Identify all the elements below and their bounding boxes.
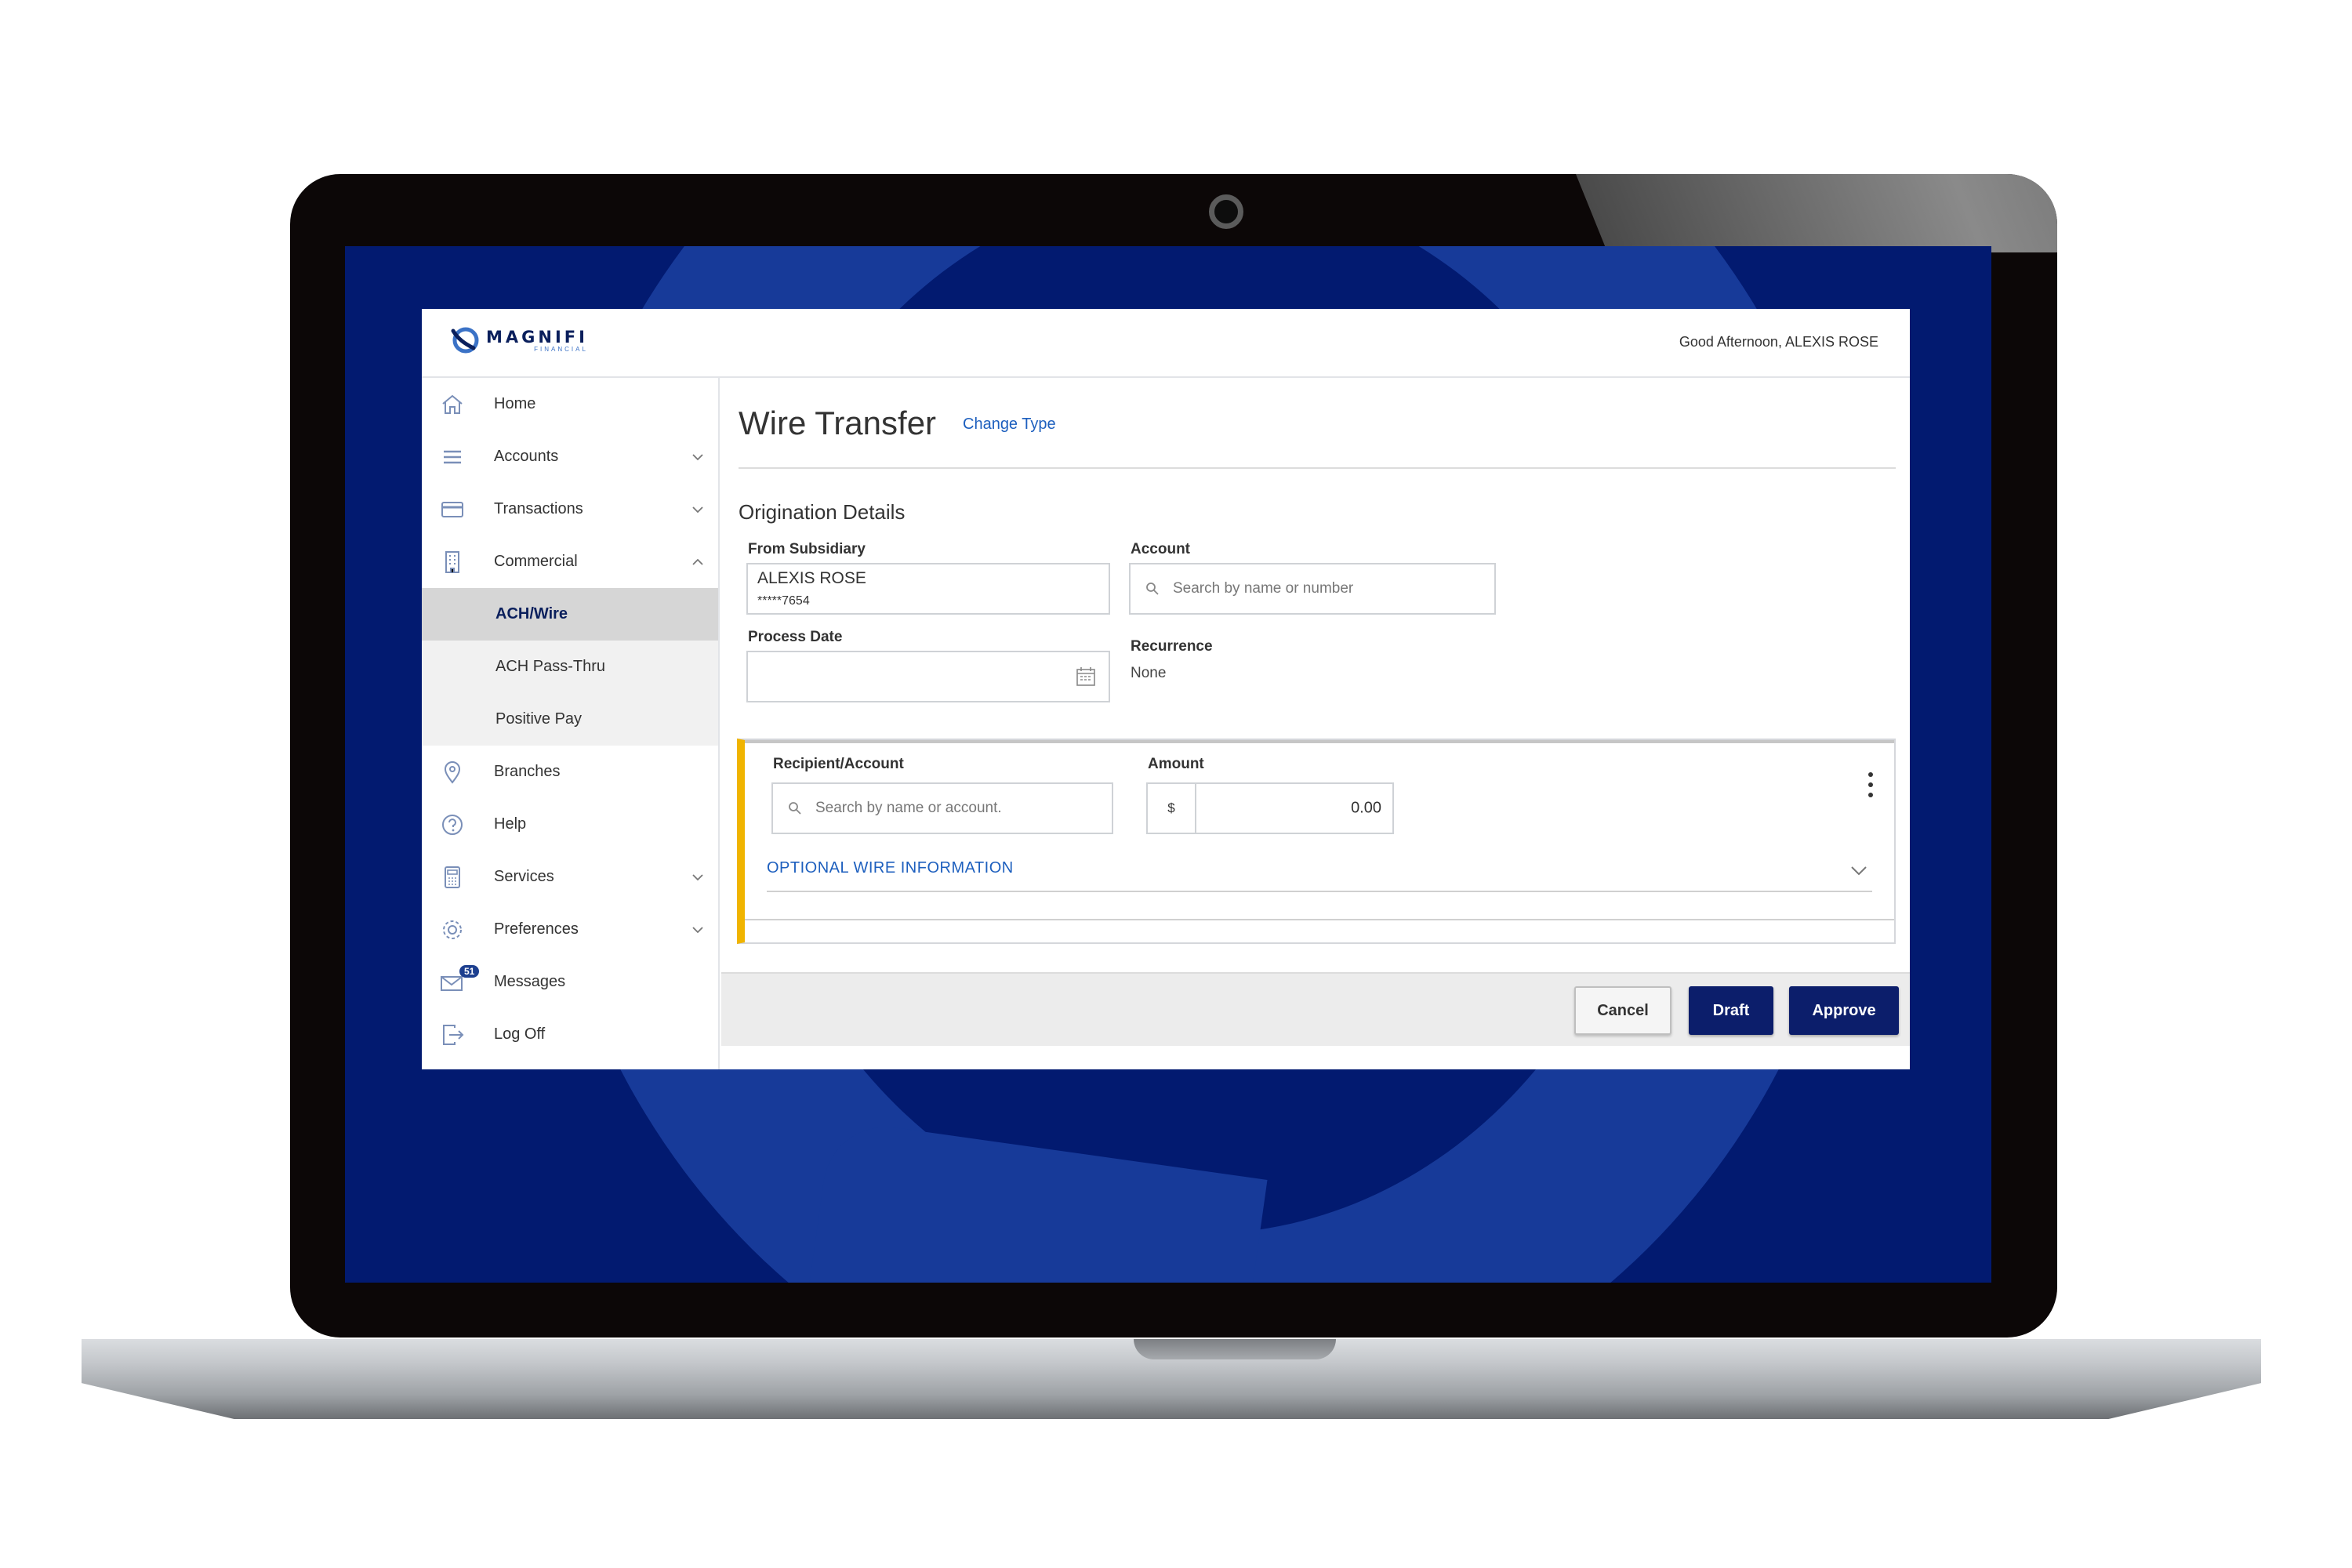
chevron-down-icon (692, 453, 703, 460)
gear-icon (443, 920, 462, 939)
brand-logo[interactable]: MAGNIFI FINANCIAL (447, 323, 588, 358)
sidebar-item-label: Messages (494, 973, 566, 990)
building-icon (445, 550, 459, 573)
change-type-link[interactable]: Change Type (963, 416, 1056, 434)
process-date-label: Process Date (748, 629, 843, 645)
amount-value: 0.00 (1351, 799, 1381, 817)
approve-button[interactable]: Approve (1789, 986, 1899, 1035)
account-search-placeholder: Search by name or number (1173, 580, 1354, 597)
magnifi-logo-icon (451, 327, 479, 354)
calculator-icon (445, 866, 460, 888)
sidebar-item-help[interactable]: Help (422, 798, 718, 851)
more-options-icon[interactable] (1867, 771, 1874, 798)
banking-app-window: MAGNIFI FINANCIAL Good Afternoon, ALEXIS… (422, 309, 1910, 1069)
recipient-search-placeholder: Search by name or account. (815, 800, 1002, 816)
main-content: Wire Transfer Change Type Origination De… (721, 378, 1910, 1069)
logout-icon (443, 1024, 464, 1045)
recurrence-label: Recurrence (1131, 638, 1213, 655)
sidebar-item-preferences[interactable]: Preferences (422, 903, 718, 956)
chevron-down-icon (692, 873, 703, 880)
amount-label: Amount (1148, 756, 1204, 772)
amount-input[interactable]: $ 0.00 (1146, 782, 1394, 834)
subsidiary-account-number: *****7654 (757, 594, 810, 608)
currency-symbol: $ (1148, 784, 1196, 833)
map-pin-icon (444, 760, 461, 784)
recipient-label: Recipient/Account (773, 756, 904, 772)
sidebar-item-label: Log Off (494, 1025, 546, 1043)
chevron-down-icon (692, 506, 703, 513)
search-icon (1146, 583, 1159, 595)
sidebar-subitem-ach-pass-thru[interactable]: ACH Pass-Thru (422, 641, 718, 693)
messages-count-badge: 51 (459, 965, 480, 978)
sidebar-item-commercial[interactable]: Commercial (422, 535, 718, 588)
optional-divider (767, 891, 1872, 892)
card-icon (441, 501, 463, 517)
sidebar-item-label: Commercial (494, 553, 578, 570)
title-divider (739, 467, 1896, 469)
sidebar-item-label: Preferences (494, 920, 579, 938)
cancel-button[interactable]: Cancel (1574, 986, 1671, 1035)
chevron-up-icon (692, 558, 703, 565)
recurrence-value: None (1131, 665, 1167, 681)
optional-wire-info-toggle[interactable]: OPTIONAL WIRE INFORMATION (767, 859, 1014, 877)
app-header: MAGNIFI FINANCIAL Good Afternoon, ALEXIS… (422, 309, 1910, 378)
chevron-down-icon[interactable] (1850, 866, 1867, 877)
recipient-card: Recipient/Account Search by name or acco… (737, 739, 1896, 944)
bezel-glare (1576, 174, 2057, 252)
brand-name: MAGNIFI (486, 328, 588, 347)
draft-button[interactable]: Draft (1689, 986, 1773, 1035)
user-greeting: Good Afternoon, ALEXIS ROSE (1679, 334, 1878, 350)
account-label: Account (1131, 541, 1190, 557)
brand-sub: FINANCIAL (534, 346, 588, 353)
from-subsidiary-field[interactable]: ALEXIS ROSE *****7654 (746, 563, 1110, 615)
search-icon (789, 802, 801, 815)
account-search-input[interactable]: Search by name or number (1129, 563, 1496, 615)
section-title: Origination Details (739, 500, 906, 524)
card-bottom-divider (745, 919, 1894, 920)
process-date-input[interactable] (746, 651, 1110, 702)
chevron-down-icon (692, 926, 703, 933)
sidebar-item-label: Help (494, 815, 527, 833)
help-icon (442, 814, 463, 835)
commercial-submenu: ACH/Wire ACH Pass-Thru Positive Pay (422, 588, 718, 746)
sidebar-item-label: Transactions (494, 500, 583, 517)
sidebar-item-log-off[interactable]: Log Off (422, 1008, 718, 1061)
sidebar-item-accounts[interactable]: Accounts (422, 430, 718, 483)
list-icon (444, 450, 461, 463)
sidebar-item-transactions[interactable]: Transactions (422, 483, 718, 535)
sidebar-item-services[interactable]: Services (422, 851, 718, 903)
from-subsidiary-label: From Subsidiary (748, 541, 866, 557)
home-icon (442, 394, 463, 414)
laptop-notch (1134, 1339, 1336, 1359)
calendar-icon[interactable] (1074, 665, 1098, 688)
page-title: Wire Transfer (739, 405, 937, 441)
sidebar-item-label: Home (494, 395, 536, 412)
recipient-search-input[interactable]: Search by name or account. (771, 782, 1113, 834)
product-mockup: MAGNIFI FINANCIAL Good Afternoon, ALEXIS… (0, 0, 2352, 1568)
card-top-border (745, 740, 1894, 743)
action-footer: Cancel Draft Approve (721, 972, 1910, 1046)
sidebar-item-label: Services (494, 868, 554, 885)
sidebar-item-messages[interactable]: 51 Messages (422, 956, 718, 1008)
sidebar-item-label: Branches (494, 763, 561, 780)
sidebar-item-home[interactable]: Home (422, 378, 718, 430)
webcam-icon (1209, 194, 1243, 229)
subsidiary-name: ALEXIS ROSE (757, 569, 866, 587)
sidebar-nav: Home Accounts Transactions Commercial AC… (422, 378, 720, 1069)
sidebar-subitem-ach-wire[interactable]: ACH/Wire (422, 588, 718, 641)
sidebar-subitem-positive-pay[interactable]: Positive Pay (422, 693, 718, 746)
sidebar-item-branches[interactable]: Branches (422, 746, 718, 798)
sidebar-item-label: Accounts (494, 448, 559, 465)
